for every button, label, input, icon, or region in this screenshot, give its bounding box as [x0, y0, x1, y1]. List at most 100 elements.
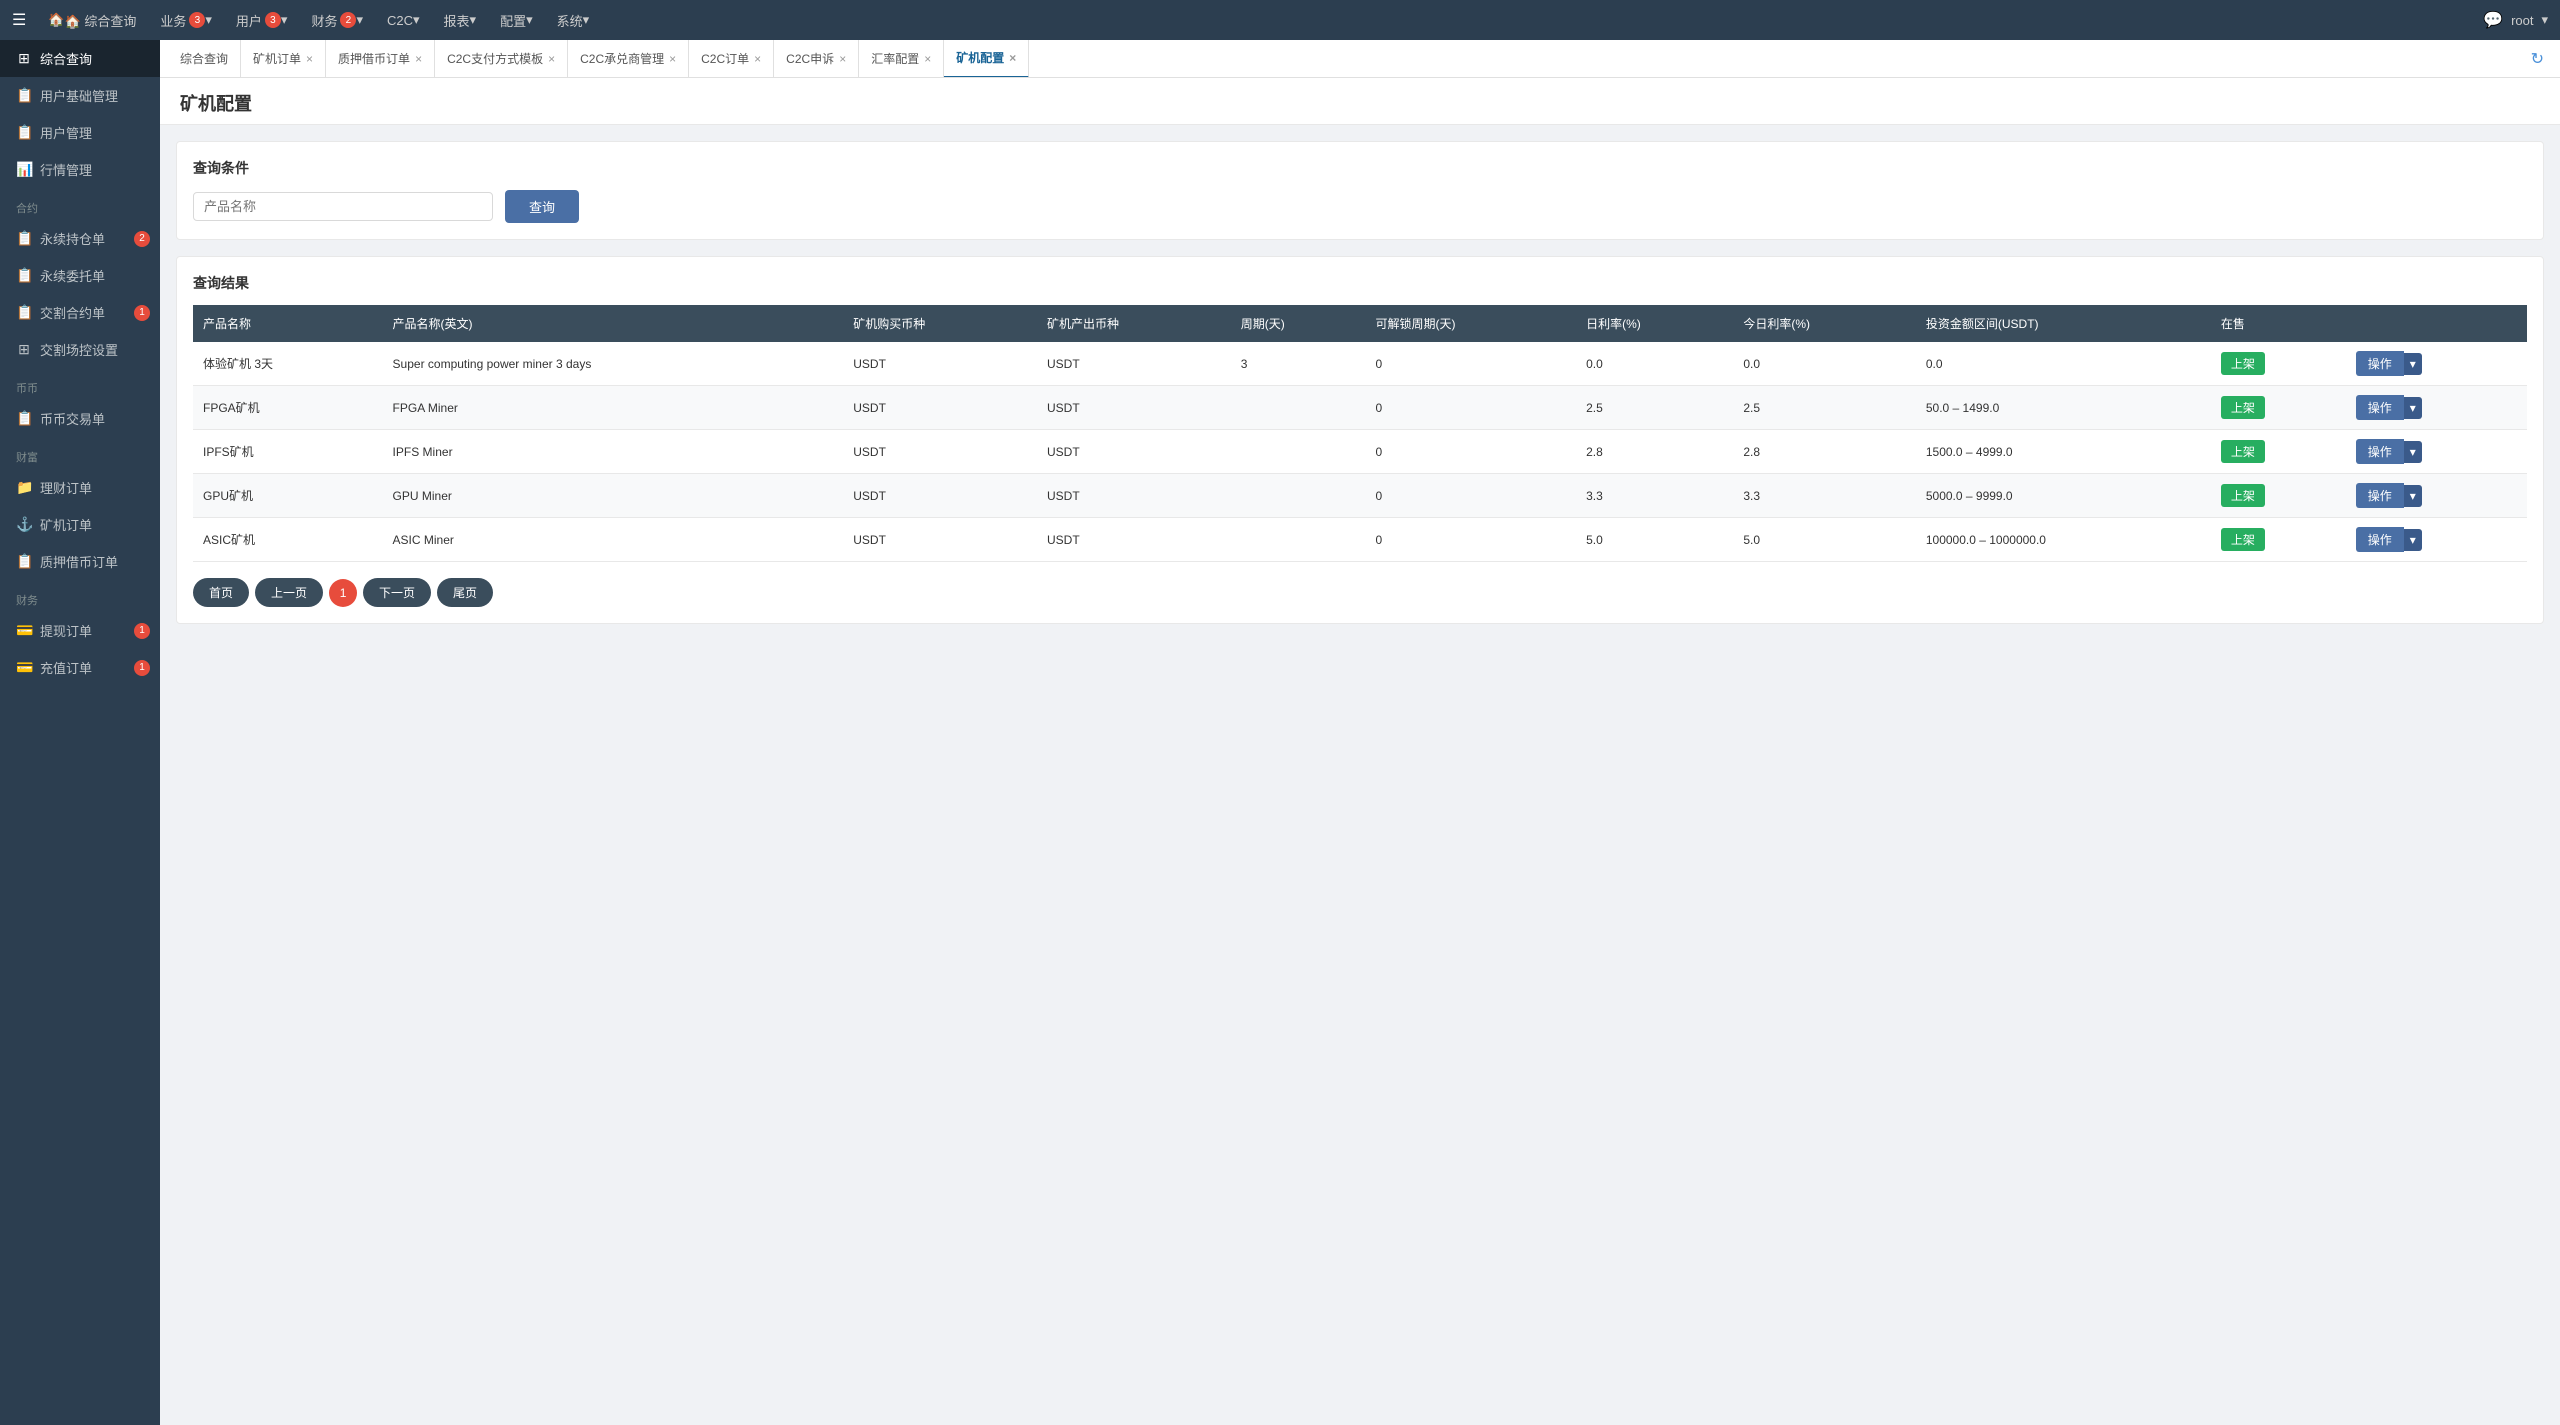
sidebar-item-zonghe[interactable]: ⊞ 综合查询	[0, 40, 160, 77]
search-card-title: 查询条件	[193, 158, 2527, 178]
cell-cycle-0: 3	[1231, 342, 1366, 386]
cell-daily-rate-2: 2.8	[1576, 430, 1733, 474]
tab-c2c-order-close[interactable]: ×	[754, 52, 761, 66]
nav-c2c-label: C2C	[387, 13, 413, 28]
sidebar-section-wealth: 财富	[0, 437, 160, 469]
page-prev-button[interactable]: 上一页	[255, 578, 323, 607]
coin-trade-icon: 📋	[16, 410, 32, 427]
tab-exchange-rate-close[interactable]: ×	[924, 52, 931, 66]
cell-action-1: 操作 ▾	[2346, 386, 2527, 430]
sidebar-item-user-basic[interactable]: 📋 用户基础管理	[0, 77, 160, 114]
page-next-button[interactable]: 下一页	[363, 578, 431, 607]
tab-exchange-rate[interactable]: 汇率配置 ×	[859, 40, 944, 78]
action-dropdown-button-1[interactable]: ▾	[2404, 397, 2422, 419]
nav-config-label: 配置	[500, 11, 526, 30]
cell-name-2: IPFS矿机	[193, 430, 383, 474]
sidebar-item-coin-trade[interactable]: 📋 币币交易单	[0, 400, 160, 437]
nav-item-home[interactable]: 🏠 🏠 综合查询	[38, 0, 146, 40]
nav-item-c2c[interactable]: C2C ▾	[377, 0, 430, 40]
sidebar-item-delivery-control[interactable]: ⊞ 交割场控设置	[0, 331, 160, 368]
tab-c2c-appeal-close[interactable]: ×	[839, 52, 846, 66]
action-dropdown-button-0[interactable]: ▾	[2404, 353, 2422, 375]
tab-zonghe[interactable]: 综合查询	[168, 40, 241, 78]
perpetual-delegate-icon: 📋	[16, 267, 32, 284]
status-button-0[interactable]: 上架	[2221, 352, 2265, 375]
table-row: FPGA矿机 FPGA Miner USDT USDT 0 2.5 2.5 50…	[193, 386, 2527, 430]
action-button-0[interactable]: 操作	[2356, 351, 2404, 376]
table-row: 体验矿机 3天 Super computing power miner 3 da…	[193, 342, 2527, 386]
sidebar-item-perpetual-delegate[interactable]: 📋 永续委托单	[0, 257, 160, 294]
sidebar-item-pledge-order[interactable]: 📋 质押借币订单	[0, 543, 160, 580]
sidebar-item-perpetual-hold[interactable]: 📋 永续持仓单 2	[0, 220, 160, 257]
market-icon: 📊	[16, 161, 32, 178]
sidebar-item-withdraw[interactable]: 💳 提现订单 1	[0, 612, 160, 649]
action-dropdown-button-3[interactable]: ▾	[2404, 485, 2422, 507]
nav-item-report[interactable]: 报表 ▾	[434, 0, 487, 40]
cell-invest-range-4: 100000.0 – 1000000.0	[1916, 518, 2211, 562]
cell-buy-currency-0: USDT	[843, 342, 1037, 386]
nav-item-business[interactable]: 业务 3 ▾	[150, 0, 222, 40]
cell-unlock-cycle-2: 0	[1366, 430, 1577, 474]
action-button-1[interactable]: 操作	[2356, 395, 2404, 420]
table-row: GPU矿机 GPU Miner USDT USDT 0 3.3 3.3 5000…	[193, 474, 2527, 518]
col-daily-rate: 日利率(%)	[1576, 305, 1733, 342]
home-icon: 🏠	[48, 12, 64, 28]
action-dropdown-button-2[interactable]: ▾	[2404, 441, 2422, 463]
refresh-button[interactable]: ↻	[2523, 49, 2552, 69]
cell-daily-rate-1: 2.5	[1576, 386, 1733, 430]
tab-miner-order-close[interactable]: ×	[306, 52, 313, 66]
nav-item-config[interactable]: 配置 ▾	[490, 0, 543, 40]
user-area[interactable]: 💬 root ▾	[2483, 10, 2548, 30]
action-button-4[interactable]: 操作	[2356, 527, 2404, 552]
action-button-2[interactable]: 操作	[2356, 439, 2404, 464]
cell-action-4: 操作 ▾	[2346, 518, 2527, 562]
tab-c2c-order[interactable]: C2C订单 ×	[689, 40, 774, 78]
action-button-3[interactable]: 操作	[2356, 483, 2404, 508]
tab-c2c-payment-close[interactable]: ×	[548, 52, 555, 66]
sidebar-item-finance-order[interactable]: 📁 理财订单	[0, 469, 160, 506]
action-dropdown-button-4[interactable]: ▾	[2404, 529, 2422, 551]
nav-item-system[interactable]: 系统 ▾	[547, 0, 600, 40]
tab-miner-order[interactable]: 矿机订单 ×	[241, 40, 326, 78]
cell-status-1: 上架	[2211, 386, 2346, 430]
search-row: 查询	[193, 190, 2527, 223]
col-action	[2346, 305, 2527, 342]
nav-finance-badge: 2	[340, 12, 356, 28]
sidebar-item-market[interactable]: 📊 行情管理	[0, 151, 160, 188]
tab-pledge-order[interactable]: 质押借币订单 ×	[326, 40, 435, 78]
delivery-contract-badge: 1	[134, 305, 150, 321]
page-last-button[interactable]: 尾页	[437, 578, 493, 607]
nav-user-label: 用户	[236, 11, 262, 30]
status-button-3[interactable]: 上架	[2221, 484, 2265, 507]
tab-c2c-payment[interactable]: C2C支付方式模板 ×	[435, 40, 568, 78]
col-status: 在售	[2211, 305, 2346, 342]
search-button[interactable]: 查询	[505, 190, 579, 223]
cell-today-rate-4: 5.0	[1733, 518, 1916, 562]
sidebar-item-delivery-contract[interactable]: 📋 交割合约单 1	[0, 294, 160, 331]
tab-c2c-merchant-close[interactable]: ×	[669, 52, 676, 66]
sidebar-item-deposit[interactable]: 💳 充值订单 1	[0, 649, 160, 686]
cell-daily-rate-3: 3.3	[1576, 474, 1733, 518]
status-button-4[interactable]: 上架	[2221, 528, 2265, 551]
cell-name-0: 体验矿机 3天	[193, 342, 383, 386]
nav-item-user[interactable]: 用户 3 ▾	[226, 0, 298, 40]
cell-name-en-4: ASIC Miner	[383, 518, 844, 562]
nav-item-finance[interactable]: 财务 2 ▾	[301, 0, 373, 40]
sidebar-market-label: 行情管理	[40, 160, 92, 179]
status-button-1[interactable]: 上架	[2221, 396, 2265, 419]
nav-user-arrow: ▾	[281, 12, 288, 28]
tab-c2c-appeal[interactable]: C2C申诉 ×	[774, 40, 859, 78]
tab-miner-config-close[interactable]: ×	[1009, 51, 1016, 65]
tab-pledge-order-close[interactable]: ×	[415, 52, 422, 66]
sidebar-item-user-mgmt[interactable]: 📋 用户管理	[0, 114, 160, 151]
tab-c2c-merchant[interactable]: C2C承兑商管理 ×	[568, 40, 689, 78]
hamburger-icon[interactable]: ☰	[12, 10, 26, 30]
page-first-button[interactable]: 首页	[193, 578, 249, 607]
sidebar-delivery-control-label: 交割场控设置	[40, 340, 118, 359]
status-button-2[interactable]: 上架	[2221, 440, 2265, 463]
cell-name-4: ASIC矿机	[193, 518, 383, 562]
product-name-input[interactable]	[193, 192, 493, 221]
sidebar-item-miner-order[interactable]: ⚓ 矿机订单	[0, 506, 160, 543]
page-current-number[interactable]: 1	[329, 579, 357, 607]
tab-miner-config[interactable]: 矿机配置 ×	[944, 40, 1029, 78]
